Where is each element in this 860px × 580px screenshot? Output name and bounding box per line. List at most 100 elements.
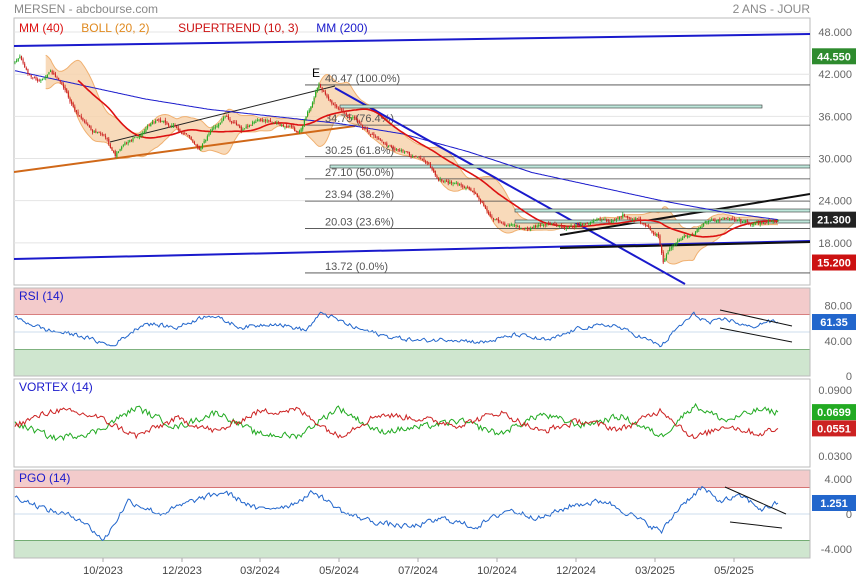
candle <box>415 155 417 158</box>
candle <box>622 211 624 219</box>
candle <box>116 151 118 159</box>
candle-body <box>201 144 204 149</box>
candle <box>651 230 653 234</box>
candle <box>437 177 440 182</box>
candle-body <box>331 100 333 104</box>
candle-body <box>643 223 645 224</box>
candle-body <box>748 222 750 224</box>
candle <box>623 213 625 218</box>
candle <box>775 220 777 224</box>
candle <box>412 154 414 158</box>
candle-body <box>208 133 210 136</box>
candle <box>347 114 349 117</box>
candle-body <box>528 228 530 230</box>
candle <box>287 125 289 128</box>
candle-body <box>298 130 301 132</box>
candle <box>274 120 276 124</box>
candle <box>688 235 690 238</box>
candle-body <box>733 219 735 221</box>
candle-body <box>620 216 622 218</box>
candle <box>90 125 92 131</box>
candle <box>759 221 761 227</box>
candle-body <box>190 136 192 140</box>
candle-body <box>711 219 713 221</box>
candle <box>371 132 373 135</box>
candle-body <box>543 225 545 226</box>
candle-body <box>316 88 318 92</box>
candle-body <box>302 125 304 130</box>
candle-body <box>777 219 779 222</box>
candle <box>108 136 110 146</box>
candle <box>54 71 56 78</box>
candle-body <box>67 92 69 98</box>
candle <box>329 99 331 103</box>
candle <box>607 218 609 223</box>
candle-body <box>66 89 68 93</box>
candle-body <box>640 218 642 223</box>
candle <box>549 221 551 226</box>
candle <box>570 223 572 227</box>
candle <box>766 221 768 224</box>
candle <box>190 136 192 141</box>
candle-body <box>452 182 454 184</box>
candle-body <box>664 258 666 262</box>
candle-body <box>420 157 422 160</box>
candle <box>673 243 676 246</box>
candle-body <box>108 138 110 145</box>
candle <box>166 121 168 125</box>
legend-item: SUPERTREND (10, 3) <box>178 21 298 35</box>
candle <box>533 224 535 230</box>
candle-body <box>28 73 31 76</box>
candle <box>163 120 165 124</box>
candle <box>231 120 233 125</box>
candle <box>543 223 545 228</box>
candle-body <box>754 222 756 224</box>
candle-body <box>551 223 553 225</box>
pgo-divergence-upper-line <box>724 486 787 515</box>
candle <box>399 148 401 152</box>
price-value-tag-label: 21.300 <box>817 215 851 227</box>
candle <box>730 217 732 221</box>
candle <box>193 140 195 145</box>
candle-body <box>48 72 50 75</box>
candle <box>85 119 87 125</box>
candle <box>395 147 398 152</box>
candle-body <box>707 220 710 223</box>
candle-body <box>103 134 105 136</box>
candle <box>764 220 766 225</box>
vortex-panel: VORTEX (14) 0.0900 0.0300 0.0699 0.0551 <box>13 378 856 468</box>
candle-body <box>619 216 621 220</box>
candle-body <box>192 140 194 142</box>
candle <box>596 217 598 222</box>
candle <box>555 222 558 227</box>
candle <box>528 227 530 231</box>
candle <box>580 221 582 228</box>
candle-body <box>764 223 766 224</box>
candle-body <box>652 232 655 234</box>
candle-body <box>423 158 425 161</box>
candle <box>221 118 223 124</box>
candle <box>79 115 81 117</box>
candle-body <box>471 190 474 192</box>
candle <box>460 182 462 188</box>
candle <box>599 216 601 222</box>
candle-body <box>226 116 228 117</box>
vortex-y-tick-label: 0.0300 <box>818 451 852 463</box>
candle <box>678 238 680 242</box>
candle <box>315 89 317 98</box>
candle <box>534 224 537 230</box>
candle-body <box>659 235 661 245</box>
candle <box>379 137 381 141</box>
candle-body <box>237 124 239 126</box>
candle <box>661 244 663 255</box>
candle-body <box>732 218 734 220</box>
candle-body <box>101 134 103 136</box>
candle <box>491 214 493 219</box>
candle <box>56 75 58 80</box>
candle <box>129 139 131 143</box>
candle-body <box>308 109 310 113</box>
candle <box>541 223 543 226</box>
candle-body <box>294 127 296 131</box>
candle <box>295 130 297 133</box>
candle <box>494 218 496 221</box>
